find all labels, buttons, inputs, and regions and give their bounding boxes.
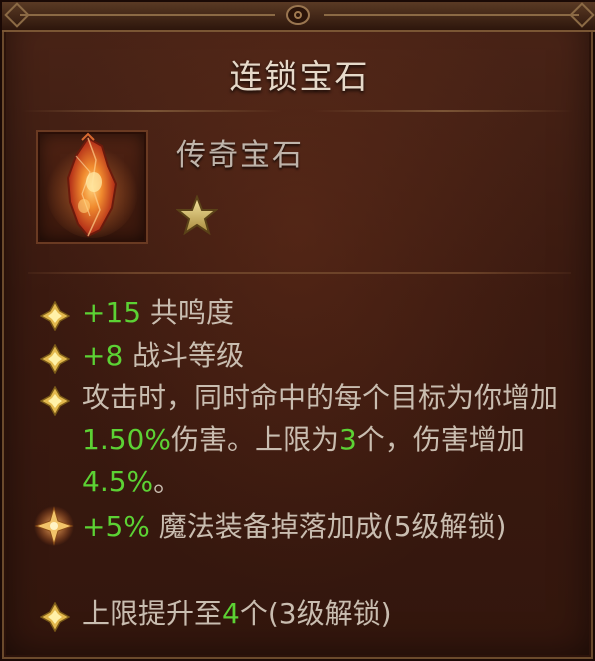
title-divider (313, 110, 573, 112)
legendary-gem-icon (46, 132, 138, 238)
star-icon (176, 195, 218, 235)
effect-value: 1.50% (82, 423, 171, 456)
stat-label: 共鸣度 (141, 296, 234, 329)
diamond-bullet-icon (40, 344, 70, 374)
stat-value: +15 (82, 296, 142, 329)
effect-text: 个，伤害增加 (356, 423, 525, 456)
bonus-label: 魔法装备掉落加成(5级解锁) (149, 510, 507, 543)
gem-type-label: 传奇宝石 (176, 138, 304, 173)
gem-tooltip-panel: 连锁宝石 传奇宝石 +15 共鸣度 +8 战斗等级 攻击时，同时命中的每个目标为… (0, 0, 595, 661)
upgrade-text: 个(3级解锁) (239, 597, 392, 630)
stat-label: 战斗等级 (123, 339, 245, 372)
upgrade-text: 上限提升至 (82, 597, 223, 630)
diamond-bullet-icon (40, 602, 70, 632)
upgrade-info: 上限提升至4个(3级解锁) (40, 593, 580, 635)
diamond-bullet-icon (40, 386, 70, 416)
gem-title: 连锁宝石 (229, 57, 370, 96)
stat-resonance: +15 共鸣度 (40, 292, 580, 334)
sparkle-bullet-icon (34, 506, 74, 546)
frame-line (324, 14, 579, 16)
stat-combat-rating: +8 战斗等级 (40, 335, 580, 377)
stat-value: +8 (82, 339, 124, 372)
crest-ornament-icon (286, 5, 310, 25)
bonus-value: +5% (82, 510, 150, 543)
bonus-magic-find: +5% 魔法装备掉落加成(5级解锁) (34, 506, 580, 548)
gem-icon-frame (36, 130, 148, 244)
diamond-bullet-icon (40, 301, 70, 331)
effect-text: 。 (153, 465, 182, 498)
upgrade-value: 4 (222, 597, 240, 630)
effect-value: 4.5% (82, 465, 154, 498)
effect-value: 3 (338, 423, 357, 456)
effect-text: 攻击时，同时命中的每个目标为你增加 (82, 381, 559, 414)
gem-effect: 攻击时，同时命中的每个目标为你增加 1.50%伤害。上限为3个，伤害增加 4.5%。 (40, 377, 580, 503)
frame-line (20, 14, 275, 16)
top-frame-ornament (2, 2, 595, 32)
effect-text: 伤害。上限为 (170, 423, 339, 456)
corner-ornament-icon (569, 2, 595, 28)
section-divider (28, 272, 571, 274)
title-divider (22, 110, 282, 112)
